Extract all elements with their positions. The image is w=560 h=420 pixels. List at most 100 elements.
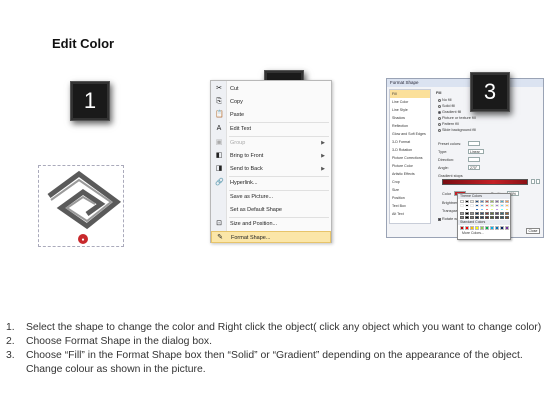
theme-color-swatch[interactable] <box>464 203 470 208</box>
theme-color-swatch[interactable] <box>494 215 500 220</box>
menu-item-format-shape[interactable]: ✎ Format Shape... <box>211 231 331 243</box>
theme-color-swatch[interactable] <box>504 207 510 212</box>
theme-color-swatch[interactable] <box>479 207 485 212</box>
theme-color-swatch[interactable] <box>479 203 485 208</box>
theme-color-swatch[interactable] <box>474 203 480 208</box>
nav-item-fill[interactable]: Fill <box>390 90 430 98</box>
menu-item-set-as-default-shape[interactable]: Set as Default Shape <box>211 204 331 216</box>
nav-item-shadow[interactable]: Shadow <box>390 114 430 122</box>
angle-input[interactable]: 270° <box>468 165 480 170</box>
nav-item-line-style[interactable]: Line Style <box>390 106 430 114</box>
nav-item-text-box[interactable]: Text Box <box>390 202 430 210</box>
nav-item-alt-text[interactable]: Alt Text <box>390 210 430 218</box>
selected-shape-frame[interactable]: ● <box>38 165 124 247</box>
theme-color-swatch[interactable] <box>469 211 475 216</box>
fill-option-pattern-fill[interactable]: Pattern fill <box>438 122 459 126</box>
gradient-stops-bar[interactable] <box>442 179 528 185</box>
theme-color-swatch[interactable] <box>499 211 505 216</box>
theme-color-swatch[interactable] <box>474 207 480 212</box>
fill-option-solid-fill[interactable]: Solid fill <box>438 104 455 108</box>
theme-color-swatch[interactable] <box>489 215 495 220</box>
menu-item-copy[interactable]: ⎘ Copy <box>211 96 331 108</box>
theme-color-swatch[interactable] <box>479 200 485 204</box>
theme-color-swatch[interactable] <box>489 207 495 212</box>
theme-color-swatch[interactable] <box>499 207 505 212</box>
nav-item-picture-color[interactable]: Picture Color <box>390 162 430 170</box>
standard-color-swatch[interactable] <box>489 226 495 230</box>
nav-item-artistic-effects[interactable]: Artistic Effects <box>390 170 430 178</box>
theme-color-swatch[interactable] <box>484 215 490 220</box>
theme-color-swatch[interactable] <box>469 215 475 220</box>
nav-item-reflection[interactable]: Reflection <box>390 122 430 130</box>
theme-color-swatch[interactable] <box>494 200 500 204</box>
theme-color-swatch[interactable] <box>484 200 490 204</box>
theme-color-swatch[interactable] <box>464 207 470 212</box>
theme-color-swatch[interactable] <box>499 200 505 204</box>
theme-color-swatch[interactable] <box>504 215 510 220</box>
menu-item-hyperlink[interactable]: 🔗 Hyperlink... <box>211 177 331 189</box>
menu-item-send-to-back[interactable]: ◨ Send to Back ▶ <box>211 163 331 175</box>
theme-color-swatch[interactable] <box>474 211 480 216</box>
standard-color-swatch[interactable] <box>504 226 510 230</box>
menu-item-edit-text[interactable]: A Edit Text <box>211 123 331 135</box>
theme-color-swatch[interactable] <box>504 203 510 208</box>
remove-stop-button[interactable] <box>536 179 540 184</box>
standard-color-swatch[interactable] <box>479 226 485 230</box>
theme-color-swatch[interactable] <box>499 203 505 208</box>
standard-color-swatch[interactable] <box>464 226 470 230</box>
menu-item-group[interactable]: ▣ Group ▶ <box>211 137 331 149</box>
theme-color-swatch[interactable] <box>474 215 480 220</box>
theme-color-swatch[interactable] <box>484 203 490 208</box>
nav-item-size[interactable]: Size <box>390 186 430 194</box>
theme-color-swatch[interactable] <box>460 203 465 208</box>
nav-item-picture-corrections[interactable]: Picture Corrections <box>390 154 430 162</box>
close-button[interactable]: Close <box>526 228 540 234</box>
theme-color-swatch[interactable] <box>460 211 465 216</box>
type-dropdown[interactable]: Linear <box>468 149 484 154</box>
theme-color-swatch[interactable] <box>494 211 500 216</box>
nav-item-3-d-format[interactable]: 3-D Format <box>390 138 430 146</box>
menu-item-bring-to-front[interactable]: ◧ Bring to Front ▶ <box>211 150 331 162</box>
theme-color-swatch[interactable] <box>504 200 510 204</box>
menu-item-save-as-picture[interactable]: Save as Picture... <box>211 191 331 203</box>
standard-color-swatch[interactable] <box>460 226 465 230</box>
preset-colors-dropdown[interactable] <box>468 141 480 146</box>
menu-item-cut[interactable]: ✂ Cut <box>211 83 331 95</box>
theme-color-swatch[interactable] <box>469 203 475 208</box>
nav-item-crop[interactable]: Crop <box>390 178 430 186</box>
theme-color-swatch[interactable] <box>499 215 505 220</box>
theme-color-swatch[interactable] <box>460 215 465 220</box>
theme-color-swatch[interactable] <box>460 200 465 204</box>
theme-color-swatch[interactable] <box>489 203 495 208</box>
theme-color-swatch[interactable] <box>484 211 490 216</box>
standard-color-swatch[interactable] <box>494 226 500 230</box>
theme-color-swatch[interactable] <box>464 211 470 216</box>
more-colors-link[interactable]: More Colors... <box>458 231 510 235</box>
theme-color-swatch[interactable] <box>504 211 510 216</box>
theme-color-swatch[interactable] <box>494 207 500 212</box>
theme-color-swatch[interactable] <box>464 215 470 220</box>
theme-color-swatch[interactable] <box>474 200 480 204</box>
nav-item-line-color[interactable]: Line Color <box>390 98 430 106</box>
theme-color-swatch[interactable] <box>489 200 495 204</box>
nav-item-glow-and-soft-edges[interactable]: Glow and Soft Edges <box>390 130 430 138</box>
theme-color-swatch[interactable] <box>460 207 465 212</box>
menu-item-paste[interactable]: 📋 Paste <box>211 109 331 121</box>
theme-color-swatch[interactable] <box>469 207 475 212</box>
standard-color-swatch[interactable] <box>474 226 480 230</box>
maze-shape-icon[interactable]: ● <box>39 166 125 248</box>
nav-item-3-d-rotation[interactable]: 3-D Rotation <box>390 146 430 154</box>
theme-color-swatch[interactable] <box>484 207 490 212</box>
theme-color-swatch[interactable] <box>489 211 495 216</box>
theme-color-swatch[interactable] <box>479 211 485 216</box>
nav-item-position[interactable]: Position <box>390 194 430 202</box>
theme-color-swatch[interactable] <box>469 200 475 204</box>
fill-option-slide-background-fill[interactable]: Slide background fill <box>438 128 476 132</box>
standard-color-swatch[interactable] <box>469 226 475 230</box>
fill-option-picture-or-texture-fill[interactable]: Picture or texture fill <box>438 116 476 120</box>
menu-item-size-and-position[interactable]: ⊡ Size and Position... <box>211 218 331 230</box>
direction-dropdown[interactable] <box>468 157 480 162</box>
theme-color-swatch[interactable] <box>494 203 500 208</box>
fill-option-gradient-fill[interactable]: Gradient fill <box>438 110 461 114</box>
add-stop-button[interactable] <box>531 179 535 184</box>
